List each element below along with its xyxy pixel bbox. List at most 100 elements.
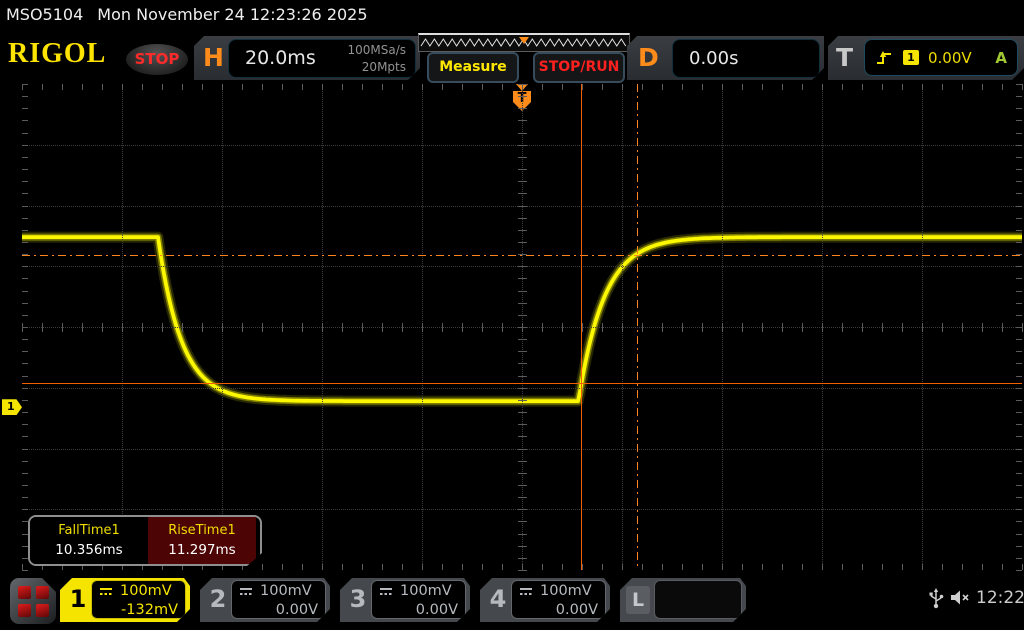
grid-tick (222, 84, 223, 90)
grid-tick (1016, 327, 1022, 328)
grid-tick (662, 84, 663, 90)
grid-tick (702, 323, 703, 332)
grid-tick (518, 376, 527, 377)
grid-tick (282, 84, 283, 90)
memory-depth: 20Mpts (347, 59, 406, 76)
measurement-risetime[interactable]: RiseTime1 11.297ms (148, 517, 256, 564)
grid-tick (402, 564, 403, 570)
grid-tick (762, 84, 763, 90)
grid-tick (518, 485, 527, 486)
grid-tick (682, 323, 683, 332)
delay-value-box[interactable]: 0.00s (672, 39, 820, 78)
grid-tick (642, 323, 643, 332)
measurement-name: RiseTime1 (148, 522, 256, 541)
grid-tick (442, 564, 443, 570)
timebase-value[interactable]: 20.0ms (245, 47, 316, 69)
memory-position-bar[interactable] (418, 33, 630, 52)
measurement-falltime[interactable]: FallTime1 10.356ms (30, 517, 148, 564)
logic-channels-box[interactable]: L 0 1 2 3 4 5 6 7 8 9 1011 12131415 (620, 578, 746, 622)
grid-tick (22, 351, 28, 352)
grid-tick (1016, 181, 1022, 182)
menu-grid-icon (36, 586, 49, 599)
run-state-indicator[interactable]: STOP (126, 44, 188, 75)
grid-tick (302, 564, 303, 570)
channel1-status-box[interactable]: 1 100mV -132mV (60, 578, 190, 622)
trigger-value-box[interactable]: 1 0.00V A (864, 39, 1018, 76)
grid-tick (502, 564, 503, 570)
grid-tick (22, 461, 28, 462)
grid-tick (518, 339, 527, 340)
grid-tick (518, 303, 527, 304)
grid-tick (462, 564, 463, 570)
grid-tick (302, 84, 303, 90)
grid-tick (202, 84, 203, 90)
stop-run-button[interactable]: STOP/RUN (533, 52, 625, 83)
grid-tick (1016, 339, 1022, 340)
grid-tick (1016, 400, 1022, 401)
grid-tick (518, 509, 527, 510)
trigger-source-badge[interactable]: 1 (903, 50, 919, 65)
memory-position-marker[interactable] (519, 37, 529, 44)
grid-tick (322, 323, 323, 332)
delay-panel[interactable]: D 0.00s (627, 36, 824, 80)
grid-tick (722, 84, 723, 90)
trigger-level-value[interactable]: 0.00V (928, 49, 972, 67)
channel4-status-box[interactable]: 4 100mV 0.00V (480, 578, 610, 622)
grid-tick (562, 323, 563, 332)
grid-tick (22, 412, 28, 413)
grid-tick (182, 84, 183, 90)
grid-tick (962, 323, 963, 332)
grid-tick (702, 564, 703, 570)
grid-tick (22, 169, 28, 170)
grid-tick (1016, 315, 1022, 316)
channel-number: 3 (347, 585, 369, 613)
grid-tick (702, 84, 703, 90)
grid-tick (562, 564, 563, 570)
grid-tick (182, 323, 183, 332)
grid-tick (22, 315, 28, 316)
grid-tick (82, 84, 83, 90)
grid-tick (1016, 351, 1022, 352)
menu-grid-icon (36, 604, 49, 617)
grid-tick (482, 323, 483, 332)
grid-tick (622, 323, 623, 332)
speaker-muted-icon[interactable] (950, 589, 972, 606)
grid-tick (242, 84, 243, 90)
grid-tick (22, 327, 28, 328)
grid-tick (1016, 546, 1022, 547)
channel2-status-box[interactable]: 2 100mV 0.00V (200, 578, 330, 622)
grid-tick (842, 84, 843, 90)
grid-tick (882, 84, 883, 90)
grid-tick (822, 564, 823, 570)
delay-value[interactable]: 0.00s (689, 48, 738, 69)
grid-tick (762, 323, 763, 332)
grid-tick (1016, 376, 1022, 377)
grid-tick (1016, 206, 1022, 207)
grid-tick (518, 424, 527, 425)
grid-tick (22, 363, 28, 364)
grid-tick (122, 84, 123, 90)
waveform-display[interactable]: T (22, 84, 1022, 570)
grid-tick (62, 84, 63, 90)
menu-grid-button[interactable] (10, 578, 56, 624)
channel3-status-box[interactable]: 3 100mV 0.00V (340, 578, 470, 622)
grid-tick (1016, 534, 1022, 535)
measurement-results-panel[interactable]: FallTime1 10.356ms RiseTime1 11.297ms (28, 515, 262, 566)
grid-tick (22, 485, 28, 486)
grid-tick (482, 564, 483, 570)
horizontal-value-box[interactable]: 20.0ms 100MSa/s 20Mpts (228, 39, 416, 78)
channel1-position-marker[interactable]: 1 (2, 399, 22, 415)
trigger-panel[interactable]: T 1 0.00V A (828, 36, 1024, 80)
grid-tick (518, 449, 527, 450)
horizontal-panel[interactable]: H 20.0ms 100MSa/s 20Mpts (194, 36, 420, 80)
grid-tick (42, 323, 43, 332)
channel-values: 100mV 0.00V (511, 580, 606, 619)
grid-tick (802, 564, 803, 570)
channel-offset: 0.00V (379, 601, 458, 620)
measure-button[interactable]: Measure (427, 52, 519, 83)
grid-tick (518, 412, 527, 413)
grid-tick (1016, 169, 1022, 170)
grid-tick (742, 564, 743, 570)
grid-tick (518, 84, 527, 85)
grid-tick (22, 436, 28, 437)
